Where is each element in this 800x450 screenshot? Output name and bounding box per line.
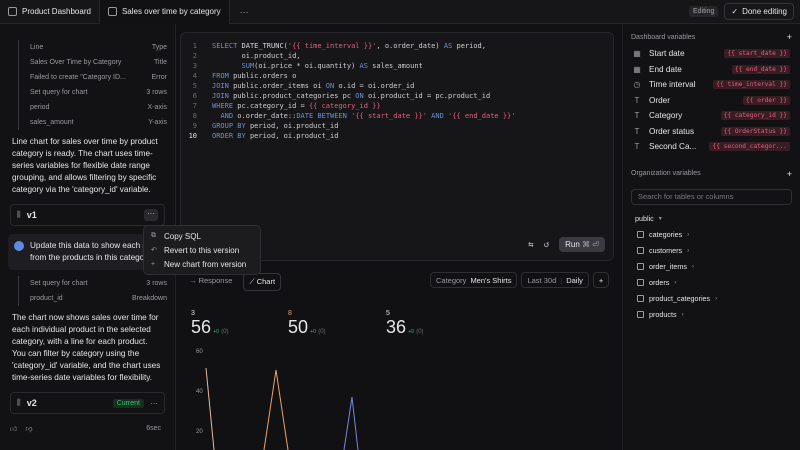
date-range-filter[interactable]: Last 30d | Daily [521, 272, 589, 288]
assistant-message: The chart now shows sales over time for … [12, 313, 161, 382]
table-icon [637, 295, 644, 302]
series-line-8 [263, 369, 289, 450]
plus-icon: + [151, 260, 156, 268]
editing-badge: Editing [688, 6, 719, 17]
chevron-down-icon: ▾ [658, 216, 662, 222]
revert-item[interactable]: ↶ Revert to this version [144, 243, 260, 257]
table-row: period X-axis [18, 100, 167, 115]
chevron-right-icon: › [691, 263, 694, 270]
line-chart: 60 40 20 [196, 349, 359, 450]
chevron-right-icon: › [674, 279, 677, 286]
chart-icon: ⫼ [17, 398, 21, 407]
table-row: Failed to create "Category ID... Error [18, 70, 167, 85]
chevron-right-icon: › [687, 247, 690, 254]
category-filter[interactable]: Category Men's Shirts [430, 272, 518, 288]
thumbs-up-icon[interactable]: 👍︎ [10, 424, 17, 433]
variable-start-date[interactable]: ▦ Start date{{ start_date }} [623, 46, 800, 62]
table-row: Sales Over Time by Category Title [18, 55, 167, 70]
tab-product-dashboard[interactable]: Product Dashboard [0, 0, 100, 24]
text-icon: T [634, 95, 640, 105]
more-menu-button[interactable]: ··· [230, 7, 259, 17]
revert-icon: ↶ [151, 247, 157, 254]
version-card-v1[interactable]: ⫼ v1 ··· [10, 204, 165, 226]
tab-chart[interactable]: Sales over time by category [99, 0, 230, 24]
clock-icon: ◷ [633, 80, 641, 90]
variable-second-category[interactable]: T Second Ca...{{ second_categor... [623, 139, 800, 155]
series-line-5 [343, 396, 359, 450]
y-tick-label: 40 [196, 389, 203, 395]
table-product-categories[interactable]: product_categories › [623, 291, 800, 307]
kpi-series-3: 3 56 +0 (0) [191, 310, 229, 337]
table-row: sales_amount Y-axis [18, 115, 167, 130]
version-card-v2[interactable]: ⫼ v2 Current ··· [10, 392, 165, 414]
variable-end-date[interactable]: ▦ End date{{ end_date }} [623, 62, 800, 78]
y-tick-label: 60 [196, 349, 203, 355]
message-footer: 👍︎ 👎︎ 6sec [10, 424, 161, 433]
table-icon [637, 279, 644, 286]
new-chart-item[interactable]: + New chart from version [144, 257, 260, 271]
calendar-icon: ▦ [633, 64, 641, 74]
chart-icon [107, 7, 117, 16]
kpi-series-5: 5 36 +0 (0) [386, 310, 424, 337]
y-tick-label: 20 [196, 429, 203, 435]
avatar [14, 241, 24, 251]
table-row: Set query for chart 3 rows [18, 276, 167, 291]
chevron-right-icon: › [687, 231, 690, 238]
table-icon [637, 231, 644, 238]
current-badge: Current [112, 398, 144, 408]
calendar-icon: ▦ [633, 49, 641, 59]
table-customers[interactable]: customers › [623, 243, 800, 259]
table-row: Set query for chart 3 rows [18, 85, 167, 100]
copy-sql-item[interactable]: ⧉ Copy SQL [144, 229, 260, 243]
tool-result-table: Line Type Sales Over Time by Category Titl… [18, 40, 167, 130]
assistant-message: Line chart for sales over time by produc… [12, 137, 158, 194]
thumbs-down-icon[interactable]: 👎︎ [25, 424, 32, 433]
variable-category[interactable]: T Category{{ category_id }} [623, 108, 800, 124]
table-categories[interactable]: categories › [623, 227, 800, 243]
variable-order-status[interactable]: T Order status{{ OrderStatus }} [623, 124, 800, 140]
table-order-items[interactable]: order_items › [623, 259, 800, 275]
chart-filters: Category Men's Shirts Last 30d | Daily + [430, 272, 610, 288]
text-icon: T [634, 126, 640, 136]
add-filter-button[interactable]: + [592, 272, 610, 288]
add-org-variable-button[interactable]: + [787, 169, 792, 179]
check-icon: ✓ [731, 7, 739, 16]
copy-icon: ⧉ [151, 232, 156, 239]
tab-response[interactable]: → Response [184, 273, 237, 291]
add-variable-button[interactable]: + [787, 32, 792, 42]
table-row: product_id Breakdown [18, 291, 167, 306]
dashboard-icon [8, 7, 17, 16]
kpi-series-8: 8 50 +0 (0) [288, 310, 326, 337]
done-editing-button[interactable]: ✓ Done editing [724, 3, 794, 20]
text-icon: T [634, 111, 640, 121]
version-menu-button[interactable]: ··· [150, 399, 158, 408]
table-icon [637, 247, 644, 254]
version-menu-button[interactable]: ··· [144, 209, 158, 221]
history-icon[interactable]: ↺ [544, 240, 549, 250]
dashboard-variables-header: Dashboard variables + [631, 32, 792, 42]
series-line-3 [205, 367, 215, 450]
format-icon[interactable]: ⇆ [528, 240, 533, 250]
org-variables-header: Organization variables + [631, 168, 792, 179]
result-tabs: → Response ⟋ Chart [184, 273, 282, 291]
table-icon [637, 263, 644, 270]
text-icon: T [634, 142, 640, 152]
schema-public[interactable]: public ▾ [623, 211, 800, 227]
variable-time-interval[interactable]: ◷ Time interval{{ time_interval }} [623, 77, 800, 93]
table-row: Line Type [18, 40, 167, 55]
chevron-right-icon: › [715, 295, 718, 302]
chevron-right-icon: › [681, 311, 684, 318]
version-context-menu: ⧉ Copy SQL ↶ Revert to this version + New c… [143, 225, 261, 275]
table-icon [637, 311, 644, 318]
chart-icon: ⫼ [17, 210, 21, 219]
table-products[interactable]: products › [623, 307, 800, 323]
variable-order[interactable]: T Order{{ order }} [623, 93, 800, 109]
top-bar: Product Dashboard Sales over time by cat… [0, 0, 800, 24]
variables-panel: Dashboard variables + ▦ Start date{{ start… [622, 24, 800, 450]
table-search-input[interactable]: Search for tables or columns [631, 188, 792, 205]
tool-result-table: Set query for chart 3 rows product_id Brea… [18, 276, 167, 306]
run-button[interactable]: Run ⌘ ⏎ [559, 237, 605, 252]
tab-chart-view[interactable]: ⟋ Chart [243, 273, 282, 291]
table-orders[interactable]: orders › [623, 275, 800, 291]
